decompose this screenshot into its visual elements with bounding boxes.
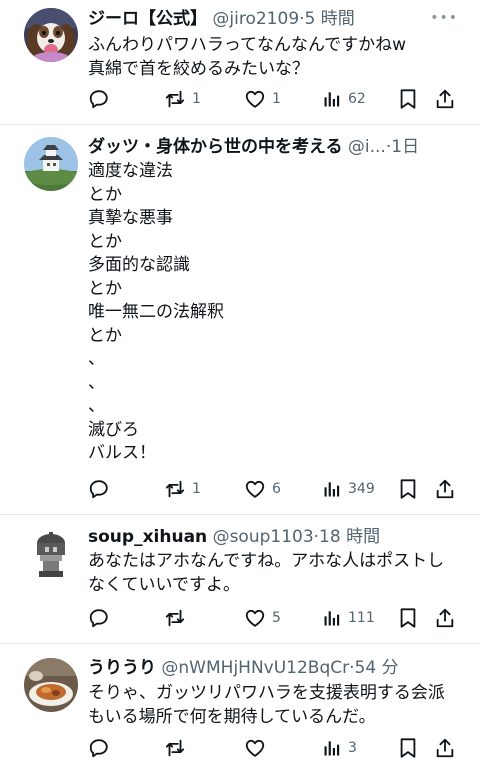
post-header: soup_xihuan @soup1103·18 時間 — [88, 523, 450, 551]
like-count: 6 — [272, 481, 281, 497]
repost-icon — [164, 88, 186, 110]
avatar-jiro[interactable] — [24, 8, 78, 62]
bookmark-button[interactable] — [398, 476, 418, 502]
views-chart-icon — [322, 479, 342, 499]
action-bar: 1 6 349 — [88, 476, 460, 502]
repost-icon — [164, 737, 186, 759]
share-icon — [434, 88, 456, 110]
action-bar: 1 1 62 — [88, 86, 460, 112]
repost-button[interactable]: 1 — [164, 86, 201, 112]
like-button[interactable]: 5 — [244, 605, 281, 631]
avatar-uriuri[interactable] — [24, 658, 78, 712]
like-button[interactable]: 1 — [244, 86, 281, 112]
share-button[interactable] — [434, 605, 456, 631]
bookmark-icon — [398, 88, 418, 110]
repost-icon — [164, 478, 186, 500]
share-button[interactable] — [434, 735, 456, 761]
author-handle[interactable]: @jiro2109 — [212, 9, 299, 29]
like-button[interactable]: 6 — [244, 476, 281, 502]
view-count: 111 — [348, 610, 375, 626]
heart-icon — [244, 88, 266, 110]
repost-button[interactable] — [164, 735, 192, 761]
action-bar: 5 111 — [88, 605, 460, 631]
bookmark-icon — [398, 478, 418, 500]
reply-icon — [88, 88, 110, 110]
heart-icon — [244, 737, 266, 759]
view-count: 349 — [348, 481, 375, 497]
post-header: ジーロ【公式】 @jiro2109·5 時間 — [88, 5, 450, 33]
heart-icon — [244, 478, 266, 500]
views-chart-icon — [322, 738, 342, 758]
like-count: 1 — [272, 91, 281, 107]
post-2[interactable]: ダッツ・身体から世の中を考える @i...·1日 適度な違法 とか 真摯な悪事 … — [0, 125, 480, 514]
post-text: あなたはアホなんですね。アホな人はポストし なくていいですよ。 — [88, 551, 445, 595]
share-icon — [434, 478, 456, 500]
view-count: 3 — [348, 740, 357, 756]
reply-button[interactable] — [88, 735, 116, 761]
post-time[interactable]: ·1日 — [386, 137, 419, 157]
share-icon — [434, 737, 456, 759]
author-name[interactable]: soup_xihuan — [88, 527, 207, 547]
bookmark-button[interactable] — [398, 605, 418, 631]
repost-count: 1 — [192, 91, 201, 107]
post-time[interactable]: ·18 時間 — [314, 527, 380, 547]
author-name[interactable]: ジーロ【公式】 — [88, 9, 207, 29]
author-name[interactable]: うりうり — [88, 658, 156, 678]
like-count: 5 — [272, 610, 281, 626]
share-button[interactable] — [434, 86, 456, 112]
post-time[interactable]: ·54 分 — [349, 658, 398, 678]
avatar-dattsu[interactable] — [24, 137, 78, 191]
view-count: 62 — [348, 91, 366, 107]
reply-icon — [88, 478, 110, 500]
views-button[interactable]: 3 — [322, 735, 357, 761]
views-button[interactable]: 111 — [322, 605, 375, 631]
reply-button[interactable] — [88, 476, 116, 502]
views-chart-icon — [322, 89, 342, 109]
avatar-soup[interactable] — [24, 529, 78, 583]
post-4[interactable]: うりうり @nWMHjHNvU12BqCr·54 分 そりゃ、ガッツリパワハラを… — [0, 644, 480, 763]
share-button[interactable] — [434, 476, 456, 502]
author-name[interactable]: ダッツ・身体から世の中を考える — [88, 137, 343, 157]
action-bar: 3 — [88, 735, 460, 761]
reply-button[interactable] — [88, 86, 116, 112]
post-text: 適度な違法 とか 真摯な悪事 とか 多面的な認識 とか 唯一無二の法解釈 とか … — [88, 161, 224, 463]
bookmark-button[interactable] — [398, 86, 418, 112]
views-button[interactable]: 349 — [322, 476, 375, 502]
post-1[interactable]: ジーロ【公式】 @jiro2109·5 時間 ••• ふんわりパワハラってなんな… — [0, 0, 480, 124]
author-handle[interactable]: @soup1103 — [213, 527, 314, 547]
repost-button[interactable] — [164, 605, 192, 631]
reply-icon — [88, 607, 110, 629]
repost-icon — [164, 607, 186, 629]
post-time[interactable]: ·5 時間 — [299, 9, 355, 29]
bookmark-button[interactable] — [398, 735, 418, 761]
post-header: うりうり @nWMHjHNvU12BqCr·54 分 — [88, 654, 450, 682]
post-text: ふんわりパワハラってなんなんですかねw 真綿で首を絞めるみたいな？ — [88, 35, 407, 79]
bookmark-icon — [398, 607, 418, 629]
heart-icon — [244, 607, 266, 629]
author-handle[interactable]: @nWMHjHNvU12BqCr — [161, 658, 349, 678]
views-button[interactable]: 62 — [322, 86, 366, 112]
reply-icon — [88, 737, 110, 759]
share-icon — [434, 607, 456, 629]
bookmark-icon — [398, 737, 418, 759]
repost-count: 1 — [192, 481, 201, 497]
post-3[interactable]: soup_xihuan @soup1103·18 時間 あなたはアホなんですね。… — [0, 515, 480, 643]
post-text: そりゃ、ガッツリパワハラを支援表明する会派 もいる場所で何を期待しているんだ。 — [88, 683, 445, 727]
post-header: ダッツ・身体から世の中を考える @i...·1日 — [88, 133, 450, 161]
author-handle[interactable]: @i... — [348, 137, 386, 157]
more-options-button[interactable]: ••• — [430, 6, 458, 30]
reply-button[interactable] — [88, 605, 116, 631]
repost-button[interactable]: 1 — [164, 476, 201, 502]
views-chart-icon — [322, 608, 342, 628]
like-button[interactable] — [244, 735, 272, 761]
